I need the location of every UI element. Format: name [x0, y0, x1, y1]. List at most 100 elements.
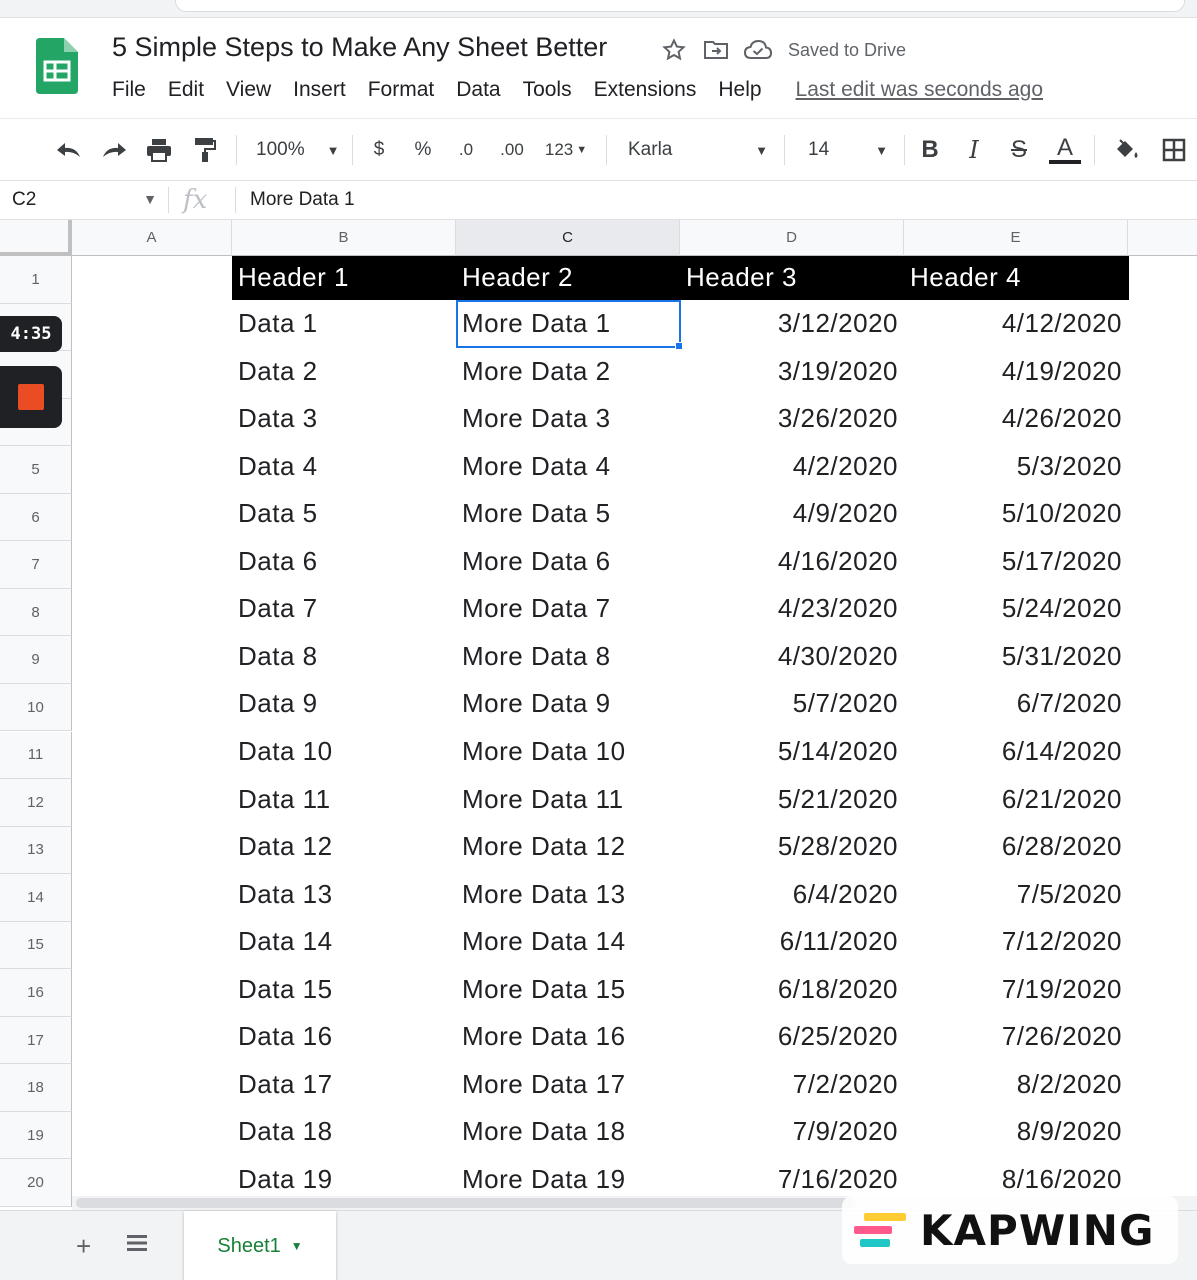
select-all-corner[interactable]	[0, 220, 72, 256]
data-cell[interactable]: 7/5/2020	[904, 879, 1122, 910]
row-header[interactable]: 13	[0, 826, 72, 875]
strikethrough-button[interactable]: S	[1002, 133, 1036, 167]
data-cell[interactable]: 5/28/2020	[680, 831, 898, 862]
data-cell[interactable]: More Data 4	[462, 451, 611, 482]
data-cell[interactable]: 5/10/2020	[904, 498, 1122, 529]
data-cell[interactable]: More Data 6	[462, 546, 611, 577]
menu-view[interactable]: View	[226, 78, 271, 102]
data-cell[interactable]: More Data 9	[462, 688, 611, 719]
data-cell[interactable]: 7/16/2020	[680, 1164, 898, 1195]
header-cell[interactable]: Header 4	[910, 262, 1021, 293]
data-cell[interactable]: More Data 8	[462, 641, 611, 672]
name-box[interactable]: C2 ▼	[0, 181, 165, 219]
data-cell[interactable]: 3/26/2020	[680, 403, 898, 434]
redo-icon[interactable]	[97, 133, 131, 167]
sheet-tab-sheet1[interactable]: Sheet1 ▼	[184, 1211, 336, 1280]
scrollbar-thumb[interactable]	[76, 1198, 856, 1208]
data-cell[interactable]: Data 10	[238, 736, 333, 767]
data-cell[interactable]: 8/16/2020	[904, 1164, 1122, 1195]
row-header[interactable]: 14	[0, 874, 72, 922]
data-cell[interactable]: More Data 14	[462, 926, 626, 957]
fill-color-icon[interactable]	[1110, 133, 1144, 167]
data-cell[interactable]: More Data 19	[462, 1164, 626, 1195]
data-cell[interactable]: More Data 2	[462, 356, 611, 387]
column-header-d[interactable]: D	[680, 220, 904, 256]
data-cell[interactable]: More Data 18	[462, 1116, 626, 1147]
row-header[interactable]: 7	[0, 541, 72, 589]
data-cell[interactable]: 6/14/2020	[904, 736, 1122, 767]
data-cell[interactable]: More Data 16	[462, 1021, 626, 1052]
data-cell[interactable]: Data 17	[238, 1069, 333, 1100]
data-cell[interactable]: 6/11/2020	[680, 926, 898, 957]
data-cell[interactable]: Data 18	[238, 1116, 333, 1147]
font-size-select[interactable]: 14 ▼	[796, 133, 896, 167]
data-cell[interactable]: Data 6	[238, 546, 318, 577]
row-header[interactable]: 10	[0, 683, 72, 732]
data-cell[interactable]: Data 14	[238, 926, 333, 957]
data-cell[interactable]: 5/7/2020	[680, 688, 898, 719]
data-cell[interactable]: 4/30/2020	[680, 641, 898, 672]
star-icon[interactable]	[660, 36, 688, 64]
data-cell[interactable]: 4/2/2020	[680, 451, 898, 482]
spreadsheet-grid[interactable]: Header 1 Header 2 Header 3 Header 4 Data…	[72, 256, 1197, 1200]
data-cell[interactable]: Data 4	[238, 451, 318, 482]
row-header[interactable]: 9	[0, 636, 72, 684]
data-cell[interactable]: 6/28/2020	[904, 831, 1122, 862]
text-color-button[interactable]: A	[1048, 133, 1082, 167]
data-cell[interactable]: Data 19	[238, 1164, 333, 1195]
header-cell[interactable]: Header 2	[462, 262, 573, 293]
data-cell[interactable]: Data 3	[238, 403, 318, 434]
menu-insert[interactable]: Insert	[293, 78, 346, 102]
menu-format[interactable]: Format	[368, 78, 435, 102]
data-cell[interactable]: More Data 12	[462, 831, 626, 862]
data-cell[interactable]: Data 5	[238, 498, 318, 529]
data-cell[interactable]: 6/18/2020	[680, 974, 898, 1005]
paint-format-icon[interactable]	[188, 133, 222, 167]
data-cell[interactable]: 6/21/2020	[904, 784, 1122, 815]
data-cell[interactable]: Data 12	[238, 831, 333, 862]
data-cell[interactable]: 6/25/2020	[680, 1021, 898, 1052]
data-cell[interactable]: 5/3/2020	[904, 451, 1122, 482]
column-header-a[interactable]: A	[72, 220, 232, 256]
header-cell[interactable]: Header 3	[686, 262, 797, 293]
undo-icon[interactable]	[52, 133, 86, 167]
data-cell[interactable]: 7/2/2020	[680, 1069, 898, 1100]
data-cell[interactable]: More Data 10	[462, 736, 626, 767]
data-cell[interactable]: Data 15	[238, 974, 333, 1005]
data-cell[interactable]: More Data 15	[462, 974, 626, 1005]
header-cell[interactable]: Header 1	[238, 262, 349, 293]
menu-data[interactable]: Data	[456, 78, 500, 102]
data-cell[interactable]: 7/9/2020	[680, 1116, 898, 1147]
data-cell[interactable]: 7/19/2020	[904, 974, 1122, 1005]
browser-address-bar[interactable]	[175, 0, 1185, 12]
data-cell[interactable]: 7/26/2020	[904, 1021, 1122, 1052]
more-formats-button[interactable]: 123 ▼	[538, 133, 594, 167]
font-select[interactable]: Karla ▼	[618, 133, 778, 167]
column-header-b[interactable]: B	[232, 220, 456, 256]
data-cell[interactable]: 8/9/2020	[904, 1116, 1122, 1147]
last-edit-link[interactable]: Last edit was seconds ago	[796, 78, 1044, 102]
data-cell[interactable]: 6/4/2020	[680, 879, 898, 910]
menu-help[interactable]: Help	[718, 78, 761, 102]
data-cell[interactable]: 5/24/2020	[904, 593, 1122, 624]
data-cell[interactable]: More Data 3	[462, 403, 611, 434]
bold-button[interactable]: B	[914, 133, 946, 167]
menu-tools[interactable]: Tools	[523, 78, 572, 102]
currency-format-button[interactable]: $	[364, 133, 394, 167]
sheets-logo-icon[interactable]	[36, 38, 78, 94]
data-cell[interactable]: 4/12/2020	[904, 308, 1122, 339]
row-header[interactable]: 20	[0, 1159, 72, 1207]
zoom-select[interactable]: 100% ▼	[248, 133, 348, 167]
fill-handle[interactable]	[675, 342, 683, 350]
move-folder-icon[interactable]	[702, 36, 730, 64]
row-header[interactable]: 12	[0, 779, 72, 827]
data-cell[interactable]: 3/12/2020	[680, 308, 898, 339]
cloud-saved-icon[interactable]	[744, 36, 772, 64]
row-header[interactable]: 16	[0, 969, 72, 1017]
data-cell[interactable]: 5/31/2020	[904, 641, 1122, 672]
data-cell[interactable]: 5/17/2020	[904, 546, 1122, 577]
data-cell[interactable]: Data 16	[238, 1021, 333, 1052]
column-header-c[interactable]: C	[456, 220, 680, 256]
row-header[interactable]: 1	[0, 256, 72, 304]
decrease-decimal-button[interactable]: .0	[450, 133, 482, 167]
